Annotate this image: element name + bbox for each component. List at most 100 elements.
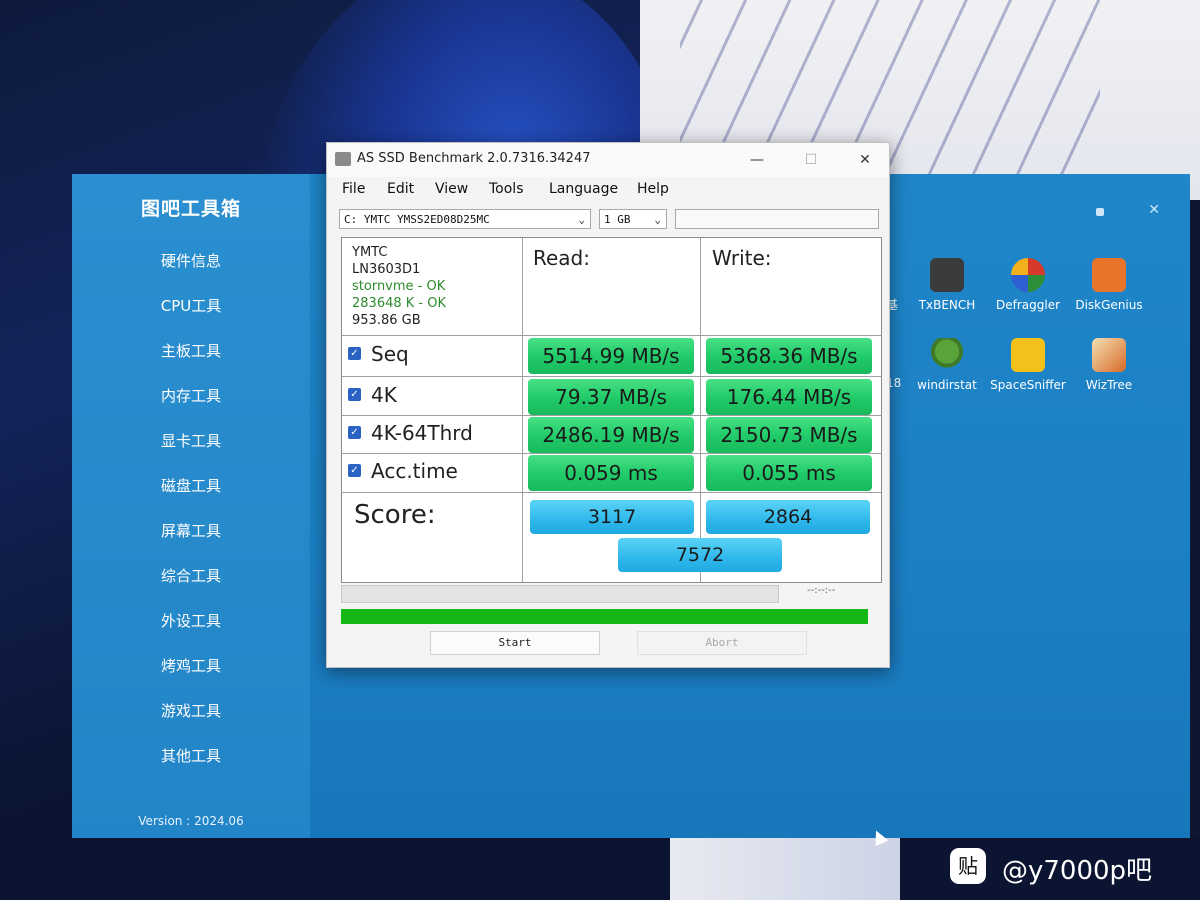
app-diskgenius[interactable]: DiskGenius	[1068, 258, 1150, 312]
drive-vendor: YMTC	[352, 245, 388, 260]
sidebar-item-peripheral[interactable]: 外设工具	[72, 610, 310, 655]
4k-read-value: 79.37 MB/s	[528, 379, 694, 415]
checkbox-checked-icon[interactable]: ✓	[348, 426, 361, 439]
diskgenius-icon	[1092, 258, 1126, 292]
sidebar-item-game[interactable]: 游戏工具	[72, 700, 310, 745]
txbench-icon	[930, 258, 964, 292]
sidebar-item-gpu[interactable]: 显卡工具	[72, 430, 310, 475]
title-bar: AS SSD Benchmark 2.0.7316.34247 — ☐ ✕	[327, 143, 889, 177]
row-label: Seq	[371, 342, 409, 366]
row-label: 4K-64Thrd	[371, 421, 473, 445]
divider	[700, 238, 701, 582]
close-icon[interactable]: ✕	[1148, 202, 1160, 218]
sidebar-item-disk[interactable]: 磁盘工具	[72, 475, 310, 520]
divider	[522, 238, 523, 582]
elapsed-time: --:--:--	[807, 585, 836, 596]
size-select[interactable]: 1 GB ⌄	[599, 209, 667, 229]
score-read: 3117	[530, 500, 694, 534]
drive-info: YMTC LN3603D1 stornvme - OK 283648 K - O…	[352, 244, 446, 329]
divider	[342, 376, 881, 377]
row-acc-time[interactable]: ✓ Acc.time	[348, 459, 458, 483]
sidebar-item-general[interactable]: 综合工具	[72, 565, 310, 610]
drive-select-value: C: YMTC YMSS2ED08D25MC	[344, 213, 490, 226]
seq-read-value: 5514.99 MB/s	[528, 338, 694, 374]
sidebar-item-cpu[interactable]: CPU工具	[72, 295, 310, 340]
wallpaper-bottom-light	[670, 835, 900, 900]
alignment-status: 283648 K - OK	[352, 296, 446, 311]
sidebar-item-motherboard[interactable]: 主板工具	[72, 340, 310, 385]
read-header: Read:	[533, 246, 590, 270]
app-label: Defraggler	[995, 298, 1061, 312]
row-label: Acc.time	[371, 459, 458, 483]
app-label: DiskGenius	[1075, 298, 1143, 312]
tree-icon	[930, 338, 964, 372]
puzzle-icon	[1011, 338, 1045, 372]
divider	[342, 492, 881, 493]
results-panel: YMTC LN3603D1 stornvme - OK 283648 K - O…	[341, 237, 882, 583]
app-wiztree[interactable]: WizTree	[1068, 338, 1150, 392]
drive-capacity: 953.86 GB	[352, 313, 421, 328]
divider	[342, 335, 881, 336]
row-4k-64thrd[interactable]: ✓ 4K-64Thrd	[348, 421, 473, 445]
sidebar-item-memory[interactable]: 内存工具	[72, 385, 310, 430]
drive-icon	[335, 152, 351, 166]
app-label: TxBENCH	[918, 298, 976, 312]
4k64-read-value: 2486.19 MB/s	[528, 417, 694, 453]
app-defraggler[interactable]: Defraggler	[987, 258, 1069, 312]
acc-write-value: 0.055 ms	[706, 455, 872, 491]
menu-file[interactable]: File	[342, 181, 365, 197]
write-header: Write:	[712, 246, 772, 270]
sidebar-item-screen[interactable]: 屏幕工具	[72, 520, 310, 565]
wiztree-icon	[1092, 338, 1126, 372]
row-seq[interactable]: ✓ Seq	[348, 342, 409, 366]
toolbox-sidebar: 图吧工具箱 硬件信息 CPU工具 主板工具 内存工具 显卡工具 磁盘工具 屏幕工…	[72, 174, 310, 838]
score-write: 2864	[706, 500, 870, 534]
tieba-logo-icon: 贴	[950, 848, 986, 884]
row-4k[interactable]: ✓ 4K	[348, 383, 397, 407]
asssd-window: AS SSD Benchmark 2.0.7316.34247 — ☐ ✕ Fi…	[326, 142, 890, 668]
menu-language[interactable]: Language	[549, 181, 618, 197]
divider	[342, 415, 881, 416]
drive-firmware: LN3603D1	[352, 262, 421, 277]
minimize-icon[interactable]	[1096, 208, 1104, 216]
app-spacesniffer[interactable]: SpaceSniffer	[987, 338, 1069, 392]
minimize-button[interactable]: —	[737, 148, 777, 172]
divider	[342, 453, 881, 454]
app-windirstat[interactable]: windirstat	[906, 338, 988, 392]
abort-button[interactable]: Abort	[637, 631, 807, 655]
checkbox-checked-icon[interactable]: ✓	[348, 388, 361, 401]
checkbox-checked-icon[interactable]: ✓	[348, 464, 361, 477]
driver-status: stornvme - OK	[352, 279, 446, 294]
sidebar-item-hardware[interactable]: 硬件信息	[72, 250, 310, 295]
progress-track	[341, 585, 779, 603]
close-button[interactable]: ✕	[845, 148, 885, 172]
toolbox-menu: 硬件信息 CPU工具 主板工具 内存工具 显卡工具 磁盘工具 屏幕工具 综合工具…	[72, 250, 310, 790]
app-label: windirstat	[917, 378, 977, 392]
menu-edit[interactable]: Edit	[387, 181, 414, 197]
drive-select[interactable]: C: YMTC YMSS2ED08D25MC ⌄	[339, 209, 591, 229]
menu-help[interactable]: Help	[637, 181, 669, 197]
app-txbench[interactable]: TxBENCH	[906, 258, 988, 312]
watermark-text: @y7000p吧	[1002, 856, 1153, 886]
progress-bar	[341, 609, 868, 624]
chevron-down-icon: ⌄	[654, 213, 661, 226]
defraggler-icon	[1011, 258, 1045, 292]
4k64-write-value: 2150.73 MB/s	[706, 417, 872, 453]
menu-view[interactable]: View	[435, 181, 468, 197]
row-label: 4K	[371, 383, 397, 407]
window-title: AS SSD Benchmark 2.0.7316.34247	[357, 151, 591, 166]
score-label: Score:	[354, 500, 436, 530]
seq-write-value: 5368.36 MB/s	[706, 338, 872, 374]
score-total: 7572	[618, 538, 782, 572]
4k-write-value: 176.44 MB/s	[706, 379, 872, 415]
version-label: Version : 2024.06	[138, 814, 244, 828]
maximize-button[interactable]: ☐	[791, 148, 831, 172]
empty-field	[675, 209, 879, 229]
acc-read-value: 0.059 ms	[528, 455, 694, 491]
sidebar-item-stress[interactable]: 烤鸡工具	[72, 655, 310, 700]
menu-tools[interactable]: Tools	[489, 181, 524, 197]
start-button[interactable]: Start	[430, 631, 600, 655]
checkbox-checked-icon[interactable]: ✓	[348, 347, 361, 360]
sidebar-item-other[interactable]: 其他工具	[72, 745, 310, 790]
toolbox-title: 图吧工具箱	[140, 198, 241, 220]
